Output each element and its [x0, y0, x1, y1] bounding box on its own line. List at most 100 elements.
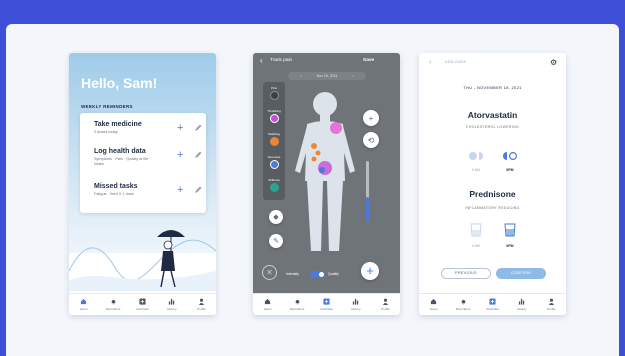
- nav-reminders[interactable]: Reminders: [448, 294, 477, 315]
- screen-title: Track pain: [270, 58, 293, 63]
- bar-chart-icon: [519, 298, 525, 305]
- toggle-label-quality: Quality: [328, 272, 339, 276]
- dose-9am[interactable]: 9 AM: [465, 223, 487, 248]
- nav-history[interactable]: History: [157, 294, 186, 315]
- confirm-button[interactable]: CONFIRM: [496, 268, 546, 279]
- nav-label: Reminders: [289, 307, 305, 311]
- back-icon[interactable]: ‹: [429, 59, 431, 66]
- save-button[interactable]: Save: [363, 58, 374, 63]
- chevron-right-icon[interactable]: ›: [352, 74, 353, 78]
- greeting-title: Hello, Sam!: [81, 75, 158, 91]
- intensity-slider[interactable]: [366, 161, 369, 221]
- nav-history[interactable]: History: [507, 294, 536, 315]
- pain-type-palette: Pins Throbbing Stabbing Soreness Stiffne…: [263, 82, 285, 200]
- pain-type-label: Stiffness: [268, 178, 280, 182]
- intensity-quality-toggle[interactable]: [310, 271, 325, 278]
- nav-home[interactable]: Home: [253, 294, 282, 315]
- nav-add-data[interactable]: Add Data: [128, 294, 157, 315]
- add-icon[interactable]: +: [177, 185, 183, 196]
- soreness-icon: [269, 160, 279, 169]
- person-icon: [548, 298, 554, 305]
- add-pain-button[interactable]: +: [361, 262, 379, 280]
- close-button[interactable]: ✕: [262, 265, 277, 280]
- eraser-button[interactable]: ◆: [269, 210, 283, 224]
- dose-time: 6PM: [506, 168, 514, 172]
- date-label: Nov 18, 2021: [316, 74, 338, 78]
- reminder-item[interactable]: Log health data Symptoms · Pain · Qualit…: [94, 148, 204, 167]
- pins-icon: [269, 91, 279, 100]
- pill-icon: [503, 151, 518, 161]
- person-icon: [382, 298, 388, 305]
- nav-profile[interactable]: Profile: [537, 294, 566, 315]
- medication-description: INFLAMMATORY REDUCING: [465, 206, 520, 210]
- stiffness-icon: [269, 183, 279, 192]
- reminder-title: Missed tasks: [94, 183, 138, 190]
- nav-label: Profile: [197, 307, 206, 311]
- nav-profile[interactable]: Profile: [187, 294, 216, 315]
- dose-time: 6PM: [506, 244, 514, 248]
- bell-icon: [461, 299, 465, 305]
- edit-icon[interactable]: [193, 150, 203, 160]
- glass-icon: [470, 223, 482, 237]
- pain-type-label: Throbbing: [267, 109, 281, 113]
- pain-type-soreness[interactable]: Soreness: [263, 155, 285, 169]
- nav-label: Add Data: [136, 307, 149, 311]
- dose-6pm[interactable]: 6PM: [499, 148, 521, 172]
- dose-9am[interactable]: 9 AM: [465, 148, 487, 172]
- nav-home[interactable]: Home: [419, 294, 448, 315]
- intensity-slider-fill: [366, 197, 369, 221]
- medication-name: Prednisone: [469, 189, 516, 199]
- date-selector[interactable]: ‹ Nov 18, 2021 ›: [288, 72, 366, 80]
- add-icon[interactable]: +: [177, 123, 183, 134]
- bar-chart-icon: [353, 298, 359, 305]
- previous-button[interactable]: PREVIOUS: [441, 268, 491, 279]
- nav-label: Home: [263, 307, 272, 311]
- edit-icon[interactable]: [193, 185, 203, 195]
- reminder-item[interactable]: Take medicine 2 doses today +: [94, 121, 204, 135]
- pain-type-label: Soreness: [267, 155, 281, 159]
- reminder-title: Take medicine: [94, 121, 142, 128]
- gear-icon[interactable]: ⚙: [550, 58, 557, 67]
- chevron-left-icon[interactable]: ‹: [300, 74, 301, 78]
- nav-label: Home: [429, 307, 438, 311]
- brush-button[interactable]: ✎: [269, 234, 283, 248]
- eraser-icon: ◆: [273, 214, 279, 221]
- throbbing-icon: [269, 114, 279, 123]
- back-icon[interactable]: ‹: [260, 56, 263, 65]
- track-pain-screen: ‹ Track pain Save ‹ Nov 18, 2021 › Pins …: [253, 53, 400, 315]
- nav-label: Add Data: [486, 307, 499, 311]
- pain-type-stiffness[interactable]: Stiffness: [263, 178, 285, 192]
- reminders-card: Take medicine 2 doses today + Log health…: [80, 113, 206, 213]
- pain-type-pins[interactable]: Pins: [263, 86, 285, 100]
- nav-label: Reminders: [455, 307, 471, 311]
- home-icon: [81, 298, 87, 305]
- pain-type-stabbing[interactable]: Stabbing: [263, 132, 285, 146]
- nav-history[interactable]: History: [341, 294, 370, 315]
- nav-add-data[interactable]: Add Data: [478, 294, 507, 315]
- reminder-item[interactable]: Missed tasks Fatigue · Wed X 1 dose +: [94, 183, 204, 197]
- nav-label: Reminders: [105, 307, 121, 311]
- pain-type-throbbing[interactable]: Throbbing: [263, 109, 285, 123]
- body-map[interactable]: [287, 86, 363, 256]
- zoom-in-button[interactable]: +: [363, 110, 379, 126]
- nav-reminders[interactable]: Reminders: [282, 294, 311, 315]
- bottom-nav: Home Reminders Add Data History Profile: [419, 293, 566, 315]
- brush-icon: ✎: [273, 238, 279, 245]
- nav-label: Add Data: [320, 307, 333, 311]
- pain-type-label: Pins: [271, 86, 277, 90]
- nav-label: Home: [79, 307, 88, 311]
- dose-6pm[interactable]: 6PM: [499, 223, 521, 248]
- add-icon[interactable]: +: [177, 150, 183, 161]
- reminder-subtitle: Symptoms · Pain · Quality of life · Note…: [94, 157, 151, 167]
- edit-icon[interactable]: [193, 123, 203, 133]
- home-icon: [265, 298, 271, 305]
- rotate-icon: ⟲: [367, 135, 375, 145]
- rotate-body-button[interactable]: ⟲: [363, 132, 379, 148]
- add-data-screen: ‹ ADD DATA ⚙ THU - NOVEMBER 18, 2021 Ato…: [419, 53, 566, 315]
- nav-profile[interactable]: Profile: [371, 294, 400, 315]
- nav-add-data[interactable]: Add Data: [312, 294, 341, 315]
- nav-label: History: [517, 307, 527, 311]
- nav-home[interactable]: Home: [69, 294, 98, 315]
- nav-reminders[interactable]: Reminders: [98, 294, 127, 315]
- date-heading: THU - NOVEMBER 18, 2021: [463, 85, 522, 90]
